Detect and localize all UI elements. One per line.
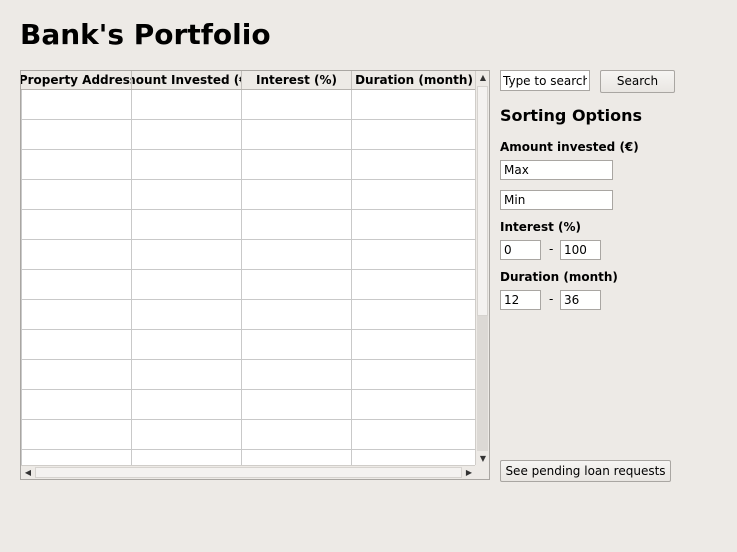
table-cell[interactable] [132, 240, 242, 269]
table-cell[interactable] [242, 390, 352, 419]
table-cell[interactable] [21, 330, 132, 359]
table-cell[interactable] [242, 210, 352, 239]
table-cell[interactable] [242, 450, 352, 466]
column-header-interest[interactable]: Interest (%) [242, 71, 352, 89]
table-cell[interactable] [21, 120, 132, 149]
interest-range-separator: - [549, 242, 554, 256]
search-input[interactable] [500, 70, 590, 91]
table-body [21, 90, 476, 466]
table-cell[interactable] [21, 90, 132, 119]
table-cell[interactable] [352, 150, 476, 179]
table-cell[interactable] [242, 330, 352, 359]
table-row[interactable] [21, 270, 476, 300]
scroll-left-arrow-icon[interactable]: ◀ [21, 466, 35, 479]
table-cell[interactable] [21, 360, 132, 389]
table-cell[interactable] [352, 90, 476, 119]
table-cell[interactable] [21, 420, 132, 449]
table-cell[interactable] [242, 300, 352, 329]
table-cell[interactable] [132, 390, 242, 419]
table-cell[interactable] [352, 120, 476, 149]
table-cell[interactable] [242, 180, 352, 209]
table-cell[interactable] [132, 210, 242, 239]
duration-to-field[interactable] [560, 290, 601, 310]
vertical-scroll-thumb[interactable] [477, 86, 488, 316]
table-row[interactable] [21, 210, 476, 240]
table-cell[interactable] [352, 180, 476, 209]
scroll-up-arrow-icon[interactable]: ▲ [476, 71, 489, 85]
table-cell[interactable] [21, 390, 132, 419]
table-row[interactable] [21, 150, 476, 180]
table-cell[interactable] [132, 300, 242, 329]
table-row[interactable] [21, 420, 476, 450]
table-cell[interactable] [352, 360, 476, 389]
table-cell[interactable] [242, 150, 352, 179]
table-cell[interactable] [21, 450, 132, 466]
table-row[interactable] [21, 390, 476, 420]
amount-min-field[interactable] [500, 190, 613, 210]
table-cell[interactable] [21, 210, 132, 239]
table-row[interactable] [21, 180, 476, 210]
table-cell[interactable] [132, 150, 242, 179]
table-cell[interactable] [352, 450, 476, 466]
portfolio-table[interactable]: Property Address Amount Invested (€) Int… [20, 70, 490, 480]
interest-from-field[interactable] [500, 240, 541, 260]
table-cell[interactable] [21, 240, 132, 269]
table-cell[interactable] [21, 270, 132, 299]
table-cell[interactable] [132, 450, 242, 466]
table-cell[interactable] [21, 180, 132, 209]
column-header-amount-invested[interactable]: Amount Invested (€) [132, 71, 242, 89]
table-cell[interactable] [132, 270, 242, 299]
table-row[interactable] [21, 450, 476, 466]
horizontal-scroll-thumb[interactable] [35, 467, 462, 478]
table-row[interactable] [21, 360, 476, 390]
table-cell[interactable] [132, 420, 242, 449]
horizontal-scrollbar[interactable]: ◀ ▶ [21, 465, 476, 479]
table-cell[interactable] [21, 300, 132, 329]
table-cell[interactable] [352, 420, 476, 449]
table-cell[interactable] [132, 360, 242, 389]
table-viewport: Property Address Amount Invested (€) Int… [21, 71, 476, 466]
table-row[interactable] [21, 300, 476, 330]
table-row[interactable] [21, 240, 476, 270]
table-cell[interactable] [242, 90, 352, 119]
amount-invested-label: Amount invested (€) [500, 140, 639, 154]
duration-from-field[interactable] [500, 290, 541, 310]
table-row[interactable] [21, 120, 476, 150]
see-pending-loan-requests-button[interactable]: See pending loan requests [500, 460, 671, 482]
table-row[interactable] [21, 330, 476, 360]
table-cell[interactable] [352, 210, 476, 239]
table-cell[interactable] [352, 270, 476, 299]
table-cell[interactable] [132, 90, 242, 119]
interest-label: Interest (%) [500, 220, 581, 234]
table-cell[interactable] [352, 330, 476, 359]
search-button[interactable]: Search [600, 70, 675, 93]
table-cell[interactable] [132, 180, 242, 209]
table-cell[interactable] [352, 240, 476, 269]
table-cell[interactable] [352, 300, 476, 329]
table-cell[interactable] [132, 330, 242, 359]
vertical-scroll-track[interactable] [477, 316, 488, 451]
table-cell[interactable] [242, 420, 352, 449]
scroll-right-arrow-icon[interactable]: ▶ [462, 466, 476, 479]
table-cell[interactable] [242, 360, 352, 389]
interest-to-field[interactable] [560, 240, 601, 260]
table-cell[interactable] [352, 390, 476, 419]
amount-max-field[interactable] [500, 160, 613, 180]
table-row[interactable] [21, 90, 476, 120]
scrollbar-corner [475, 465, 489, 479]
column-header-property-address[interactable]: Property Address [21, 71, 132, 89]
duration-label: Duration (month) [500, 270, 618, 284]
page-title: Bank's Portfolio [20, 18, 271, 51]
scroll-down-arrow-icon[interactable]: ▼ [476, 452, 489, 466]
sorting-options-title: Sorting Options [500, 106, 643, 125]
table-cell[interactable] [242, 240, 352, 269]
table-cell[interactable] [21, 150, 132, 179]
column-header-duration[interactable]: Duration (month) [352, 71, 476, 89]
table-header: Property Address Amount Invested (€) Int… [21, 71, 476, 90]
duration-range-separator: - [549, 292, 554, 306]
vertical-scrollbar[interactable]: ▲ ▼ [475, 71, 489, 466]
table-cell[interactable] [132, 120, 242, 149]
table-cell[interactable] [242, 120, 352, 149]
table-cell[interactable] [242, 270, 352, 299]
